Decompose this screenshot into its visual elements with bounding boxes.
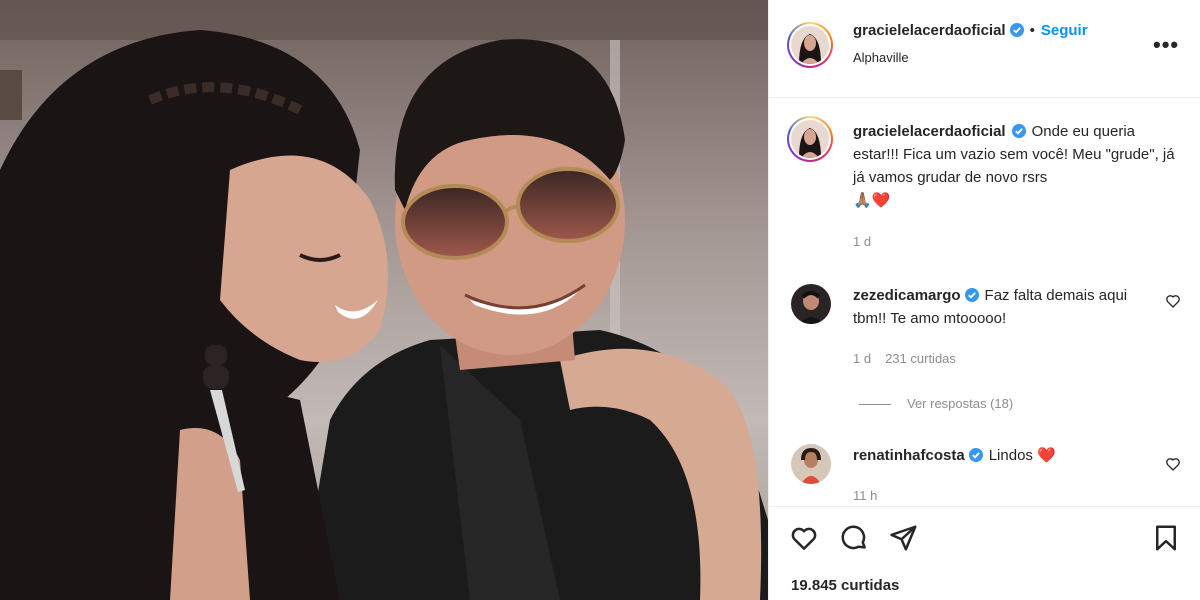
comment-icon[interactable] (839, 523, 869, 553)
heart-icon[interactable] (1165, 293, 1181, 309)
view-replies-label: Ver respostas (18) (907, 396, 1014, 411)
comment-item: zezedicamargo Faz falta demais aqui tbm!!… (853, 284, 1153, 330)
replies-divider (859, 404, 891, 406)
comment-meta: 1 d 231 curtidas (853, 351, 970, 366)
separator-dot: • (1029, 22, 1035, 39)
heart-icon[interactable] (789, 523, 819, 553)
verified-badge-icon (964, 288, 979, 302)
couple-photo-illustration (0, 0, 768, 600)
post-side-panel: gracielelacerdaoficial • Seguir Alphaville… (768, 0, 1200, 600)
author-avatar[interactable] (787, 22, 833, 68)
commenter-avatar[interactable] (791, 444, 831, 484)
post-likes-count[interactable]: 19.845 curtidas (791, 577, 899, 594)
comment-meta: 11 h (853, 488, 891, 503)
caption-username[interactable]: gracielelacerdaoficial (853, 123, 1006, 140)
post-caption: gracielelacerdaoficial Onde eu queria est… (853, 120, 1183, 212)
comment-item: renatinhafcosta Lindos ❤️ (853, 444, 1153, 467)
verified-badge-icon (1011, 124, 1026, 138)
comment-likes[interactable]: 231 curtidas (885, 351, 956, 366)
comment-timestamp[interactable]: 11 h (853, 488, 877, 503)
share-icon[interactable] (889, 523, 919, 553)
commenter-avatar[interactable] (791, 284, 831, 324)
caption-timestamp[interactable]: 1 d (853, 234, 871, 249)
heart-icon[interactable] (1165, 456, 1181, 472)
bookmark-icon[interactable] (1151, 523, 1181, 553)
header-user-line: gracielelacerdaoficial • Seguir (853, 22, 1088, 39)
post-action-bar: 19.845 curtidas (769, 506, 1200, 600)
more-horizontal-icon[interactable]: ••• (1153, 32, 1179, 58)
comment-username[interactable]: renatinhafcosta (853, 447, 965, 464)
author-username[interactable]: gracielelacerdaoficial (853, 22, 1006, 39)
post-header: gracielelacerdaoficial • Seguir Alphaville… (769, 0, 1200, 98)
comment-emoji: ❤️ (1037, 447, 1056, 464)
caption-author-avatar[interactable] (787, 116, 833, 162)
follow-button[interactable]: Seguir (1041, 22, 1088, 39)
post-photo[interactable] (0, 0, 768, 600)
comment-text: Lindos (988, 447, 1033, 464)
comment-username[interactable]: zezedicamargo (853, 287, 961, 304)
caption-emojis: 🙏🏽❤️ (853, 192, 891, 209)
view-replies-button[interactable]: Ver respostas (18) (859, 396, 1013, 411)
verified-badge-icon (968, 448, 983, 462)
comment-timestamp[interactable]: 1 d (853, 351, 871, 366)
post-location[interactable]: Alphaville (853, 50, 909, 65)
verified-badge-icon (1009, 23, 1024, 37)
